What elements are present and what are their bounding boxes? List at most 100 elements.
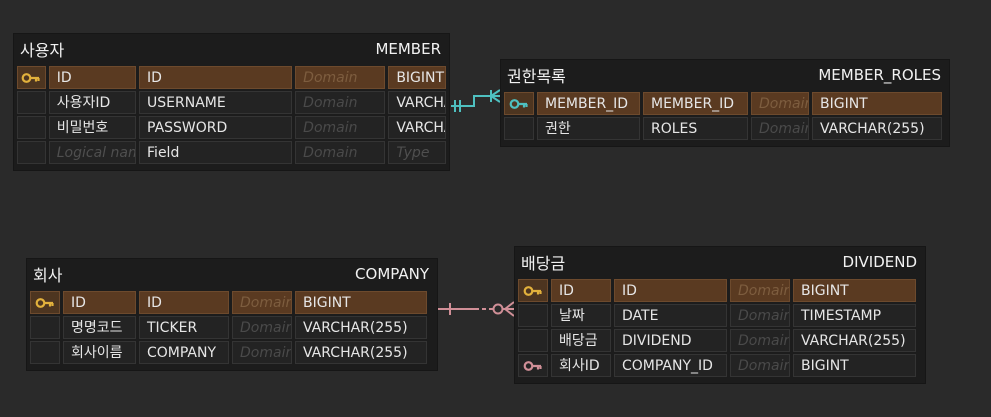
attribute-key-cell — [17, 116, 46, 139]
attribute-key-cell — [17, 91, 46, 114]
primary-foreign-key-icon — [509, 98, 529, 110]
attribute-field-name[interactable]: ID — [139, 66, 293, 89]
attribute-key-cell — [30, 341, 60, 364]
attribute-field-name[interactable]: PASSWORD — [139, 116, 293, 139]
attribute-field-name[interactable]: DIVIDEND — [614, 329, 727, 352]
attribute-row[interactable]: 회사ID COMPANY_ID Domain BIGINT — [518, 354, 922, 377]
entity-attributes: ID ID Domain BIGINT 날짜 DATE Domain TIMESTAMP 배당금… — [515, 277, 925, 382]
attribute-data-type[interactable]: BIGINT — [812, 92, 942, 115]
entity-logical-name[interactable]: 배당금 — [521, 250, 565, 274]
entity-member[interactable]: 사용자 MEMBER ID ID Domain BIGINT 사용자ID USERNAME… — [13, 33, 450, 171]
entity-attributes: ID ID Domain BIGINT 명명코드 TICKER Domain VARCHAR(… — [27, 289, 437, 369]
attribute-field-name[interactable]: ID — [614, 279, 727, 302]
attribute-row[interactable]: 사용자IDUSERNAMEDomainVARCHAR(255) — [17, 91, 446, 114]
attribute-domain[interactable]: Domain — [232, 291, 292, 314]
entity-physical-name[interactable]: COMPANY — [355, 265, 429, 283]
attribute-domain[interactable]: Domain — [751, 92, 809, 115]
attribute-logical-name[interactable]: ID — [551, 279, 611, 302]
entity-logical-name[interactable]: 회사 — [33, 262, 62, 286]
attribute-row[interactable]: ID ID Domain BIGINT — [518, 279, 922, 302]
entity-physical-name[interactable]: MEMBER_ROLES — [818, 66, 941, 84]
attribute-data-type[interactable]: BIGINT — [295, 291, 427, 314]
entity-attributes: ID ID Domain BIGINT 사용자ID USERNAME Domain VARCH… — [14, 64, 449, 169]
attribute-row[interactable]: Logical nameFieldDomainType — [17, 141, 446, 164]
attribute-data-type[interactable]: VARCHAR(255) — [812, 117, 942, 140]
attribute-key-cell — [518, 279, 548, 302]
attribute-field-name[interactable]: COMPANY — [139, 341, 229, 364]
entity-company[interactable]: 회사 COMPANY ID ID Domain BIGINT 명명코드 TICKER Dom… — [26, 258, 438, 371]
entity-physical-name[interactable]: MEMBER — [375, 40, 441, 58]
attribute-logical-name[interactable]: 명명코드 — [63, 316, 136, 339]
entity-attributes: MEMBER_ID MEMBER_ID Domain BIGINT 권한 ROLES Dom… — [501, 90, 949, 145]
attribute-key-cell — [504, 117, 534, 140]
attribute-logical-name[interactable]: ID — [48, 66, 137, 89]
primary-key-icon — [523, 285, 543, 297]
attribute-data-type[interactable]: VARCHAR(255) — [793, 329, 916, 352]
attribute-row[interactable]: 권한 ROLES Domain VARCHAR(255) — [504, 117, 946, 140]
entity-dividend[interactable]: 배당금 DIVIDEND ID ID Domain BIGINT 날짜 DATE Domai… — [514, 246, 926, 384]
attribute-domain[interactable]: Domain — [730, 304, 790, 327]
attribute-key-cell — [17, 141, 46, 164]
attribute-data-type[interactable]: Type — [388, 141, 446, 164]
attribute-domain[interactable]: Domain — [295, 116, 386, 139]
attribute-row[interactable]: 명명코드 TICKER Domain VARCHAR(255) — [30, 316, 434, 339]
relationship-member-member-roles[interactable] — [451, 89, 501, 112]
attribute-logical-name[interactable]: 회사ID — [551, 354, 611, 377]
attribute-domain[interactable]: Domain — [751, 117, 809, 140]
attribute-logical-name[interactable]: MEMBER_ID — [537, 92, 640, 115]
attribute-row[interactable]: 비밀번호PASSWORDDomainVARCHAR(255) — [17, 116, 446, 139]
entity-member-roles[interactable]: 권한목록 MEMBER_ROLES MEMBER_ID MEMBER_ID Doma… — [500, 59, 950, 147]
attribute-data-type[interactable]: TIMESTAMP — [793, 304, 916, 327]
attribute-field-name[interactable]: USERNAME — [139, 91, 293, 114]
attribute-domain[interactable]: Domain — [295, 66, 386, 89]
attribute-domain[interactable]: Domain — [232, 341, 292, 364]
relationship-company-dividend[interactable] — [438, 301, 515, 317]
attribute-field-name[interactable]: Field — [139, 141, 293, 164]
attribute-logical-name[interactable]: 권한 — [537, 117, 640, 140]
attribute-row[interactable]: 배당금 DIVIDEND Domain VARCHAR(255) — [518, 329, 922, 352]
attribute-logical-name[interactable]: 회사이름 — [63, 341, 136, 364]
primary-key-icon — [35, 297, 55, 309]
attribute-row[interactable]: 날짜 DATE Domain TIMESTAMP — [518, 304, 922, 327]
attribute-logical-name[interactable]: 배당금 — [551, 329, 611, 352]
attribute-field-name[interactable]: MEMBER_ID — [643, 92, 748, 115]
attribute-row[interactable]: 회사이름 COMPANY Domain VARCHAR(255) — [30, 341, 434, 364]
attribute-row[interactable]: ID ID Domain BIGINT — [17, 66, 446, 89]
attribute-key-cell — [30, 316, 60, 339]
attribute-domain[interactable]: Domain — [295, 91, 386, 114]
attribute-key-cell — [518, 304, 548, 327]
entity-header: 회사 COMPANY — [27, 259, 437, 289]
attribute-domain[interactable]: Domain — [295, 141, 386, 164]
attribute-data-type[interactable]: VARCHAR(255) — [388, 116, 446, 139]
attribute-row[interactable]: ID ID Domain BIGINT — [30, 291, 434, 314]
attribute-logical-name[interactable]: 비밀번호 — [48, 116, 137, 139]
attribute-data-type[interactable]: VARCHAR(255) — [388, 91, 446, 114]
attribute-logical-name[interactable]: 사용자ID — [48, 91, 137, 114]
attribute-logical-name[interactable]: ID — [63, 291, 136, 314]
attribute-domain[interactable]: Domain — [730, 354, 790, 377]
attribute-data-type[interactable]: VARCHAR(255) — [295, 316, 427, 339]
attribute-domain[interactable]: Domain — [730, 279, 790, 302]
attribute-data-type[interactable]: VARCHAR(255) — [295, 341, 427, 364]
attribute-logical-name[interactable]: 날짜 — [551, 304, 611, 327]
attribute-field-name[interactable]: DATE — [614, 304, 727, 327]
entity-logical-name[interactable]: 권한목록 — [507, 63, 566, 87]
attribute-field-name[interactable]: ROLES — [643, 117, 748, 140]
attribute-field-name[interactable]: COMPANY_ID — [614, 354, 727, 377]
attribute-data-type[interactable]: BIGINT — [793, 279, 916, 302]
entity-logical-name[interactable]: 사용자 — [20, 37, 64, 61]
attribute-key-cell — [504, 92, 534, 115]
entity-physical-name[interactable]: DIVIDEND — [843, 253, 917, 271]
entity-header: 배당금 DIVIDEND — [515, 247, 925, 277]
attribute-key-cell — [17, 66, 46, 89]
attribute-data-type[interactable]: BIGINT — [793, 354, 916, 377]
attribute-key-cell — [518, 329, 548, 352]
attribute-data-type[interactable]: BIGINT — [388, 66, 446, 89]
attribute-row[interactable]: MEMBER_ID MEMBER_ID Domain BIGINT — [504, 92, 946, 115]
attribute-field-name[interactable]: TICKER — [139, 316, 229, 339]
attribute-domain[interactable]: Domain — [232, 316, 292, 339]
attribute-domain[interactable]: Domain — [730, 329, 790, 352]
attribute-logical-name[interactable]: Logical name — [48, 141, 137, 164]
attribute-key-cell — [30, 291, 60, 314]
attribute-field-name[interactable]: ID — [139, 291, 229, 314]
